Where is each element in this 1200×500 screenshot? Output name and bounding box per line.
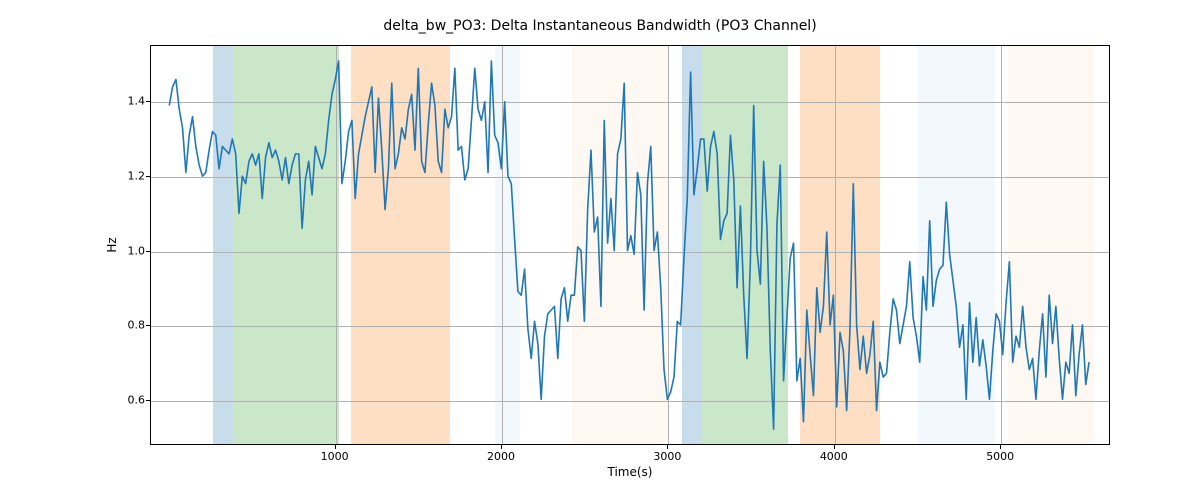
chart-title: delta_bw_PO3: Delta Instantaneous Bandwi… bbox=[0, 18, 1200, 34]
xtick-label: 3000 bbox=[653, 450, 681, 463]
plot-area bbox=[150, 45, 1110, 445]
tick-y bbox=[146, 101, 150, 102]
tick-x bbox=[667, 445, 668, 449]
tick-y bbox=[146, 251, 150, 252]
tick-x bbox=[1000, 445, 1001, 449]
tick-y bbox=[146, 325, 150, 326]
xtick-label: 4000 bbox=[820, 450, 848, 463]
xtick-label: 2000 bbox=[487, 450, 515, 463]
series-path bbox=[169, 61, 1089, 429]
ytick-label: 0.8 bbox=[120, 319, 145, 332]
tick-x bbox=[834, 445, 835, 449]
tick-y bbox=[146, 400, 150, 401]
xtick-label: 5000 bbox=[986, 450, 1014, 463]
ytick-label: 1.2 bbox=[120, 169, 145, 182]
xtick-label: 1000 bbox=[321, 450, 349, 463]
data-line bbox=[151, 46, 1109, 444]
ytick-label: 1.4 bbox=[120, 95, 145, 108]
tick-x bbox=[335, 445, 336, 449]
x-axis-label: Time(s) bbox=[150, 465, 1110, 479]
ytick-label: 0.6 bbox=[120, 394, 145, 407]
ytick-label: 1.0 bbox=[120, 244, 145, 257]
figure: delta_bw_PO3: Delta Instantaneous Bandwi… bbox=[0, 0, 1200, 500]
tick-y bbox=[146, 176, 150, 177]
y-axis-label: Hz bbox=[102, 45, 122, 445]
tick-x bbox=[501, 445, 502, 449]
